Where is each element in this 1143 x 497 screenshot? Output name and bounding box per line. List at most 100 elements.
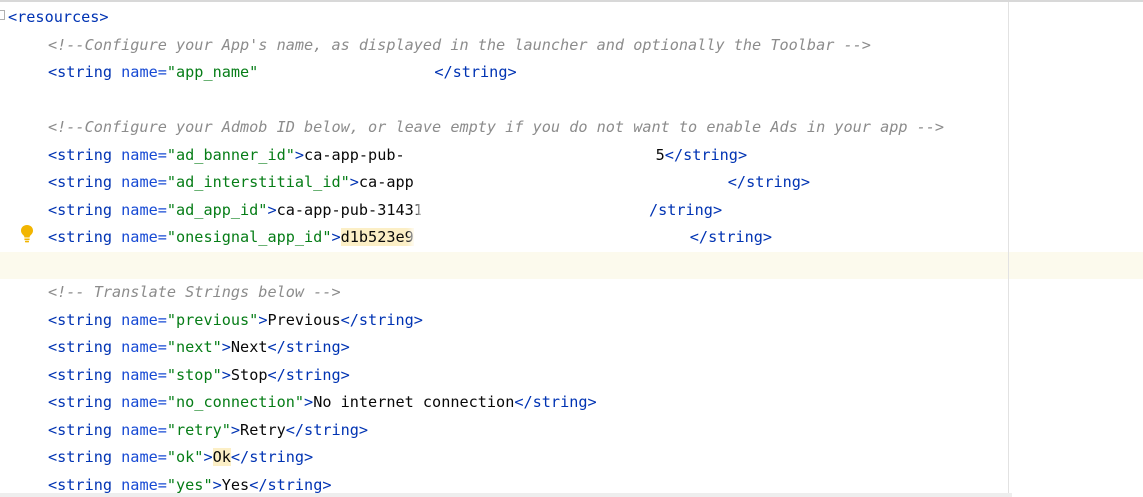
xml-tag: <string [48,393,122,411]
xml-attribute: name= [121,475,167,494]
xml-comment: <!--Configure your App's name, as displa… [48,35,871,54]
xml-attribute-value: "no_connection" [166,393,305,411]
xml-attribute-value: "ok" [166,448,204,466]
xml-tag: > [212,475,222,494]
code-line[interactable] [0,87,1143,114]
code-line[interactable]: <string name="next">Next</string> [0,334,1143,361]
xml-tag: </string> [267,338,350,356]
code-line[interactable]: <string name="app_name" </string> [0,59,1143,86]
code-line[interactable]: <string name="no_connection">No internet… [0,389,1143,416]
xml-tag: <string [48,63,122,81]
xml-tag: <string [48,310,122,329]
code-line[interactable]: <string name="ok">Ok</string> [0,444,1143,471]
xml-tag: > [267,200,277,219]
code-line-content: <!-- Translate Strings below --> [48,279,341,306]
xml-attribute: name= [121,338,167,356]
redacted-value [410,144,656,166]
xml-text: No internet connection [313,393,515,411]
xml-tag: <string [48,448,122,466]
xml-text: Next [230,338,268,356]
xml-attribute-value: "stop" [166,365,222,384]
xml-attribute: name= [121,173,167,191]
xml-tag: <string [48,228,122,246]
redacted-value [264,61,435,84]
xml-tag: /string> [648,200,723,219]
code-line[interactable] [0,251,1143,279]
xml-comment: <!-- Translate Strings below --> [48,283,341,301]
xml-tag: <string [48,365,122,384]
xml-attribute: name= [121,228,167,246]
lightbulb-icon[interactable] [20,224,34,244]
xml-text: ca-app-pub- [304,145,405,164]
xml-attribute-value: "ad_banner_id" [166,145,295,164]
code-line-content: <string name="onesignal_app_id">d1b523e9… [48,224,772,251]
xml-tag: </string> [434,63,517,81]
xml-tag: > [203,448,213,466]
xml-text: 5 [655,145,665,164]
code-line-content: <string name="next">Next</string> [48,334,350,361]
code-line-content: <!--Configure your App's name, as displa… [48,32,871,59]
xml-text: ca-app [358,173,414,191]
xml-tag: > [331,228,341,246]
xml-tag: </string> [285,420,369,439]
code-line[interactable]: <string name="ad_app_id">ca-app-pub-3143… [0,197,1143,224]
code-line[interactable]: <resources> [0,4,1143,31]
xml-comment: <!--Configure your Admob ID below, or le… [48,118,945,136]
code-line[interactable]: <string name="onesignal_app_id">d1b523e9… [0,224,1143,251]
code-line-content: <string name="ad_interstitial_id">ca-app… [48,169,810,196]
xml-attribute: name= [121,448,167,466]
xml-text: ca-app-pub-31431 [276,200,423,219]
code-line[interactable]: <!-- Translate Strings below --> [0,279,1143,306]
xml-attribute: name= [121,393,167,411]
xml-attribute: name= [121,420,167,439]
code-editor[interactable]: <resources> <!--Configure your App's name… [0,0,1143,497]
code-line-content: <string name="ok">Ok</string> [48,444,313,471]
code-line[interactable]: <!--Configure your Admob ID below, or le… [0,114,1143,141]
code-line[interactable]: <string name="ad_banner_id">ca-app-pub- 5… [0,142,1143,169]
xml-text: Retry [240,420,286,439]
xml-tag: </string> [249,475,332,494]
xml-attribute: name= [121,365,167,384]
xml-tag: > [230,420,241,439]
code-line-content: <string name="no_connection">No internet… [48,389,597,416]
code-line-content: <!--Configure your Admob ID below, or le… [48,114,944,141]
xml-tag: > [349,173,359,191]
code-line-content: <string name="previous">Previous</string… [48,307,423,334]
code-line-content: <string name="app_name" </string> [48,59,517,86]
xml-tag: <string [48,338,122,356]
horizontal-scrollbar[interactable] [0,493,1012,497]
highlighted-text: Ok [212,448,231,466]
code-line[interactable]: <string name="retry">Retry</string> [0,417,1143,444]
code-line[interactable]: <string name="ad_interstitial_id">ca-app… [0,169,1143,196]
xml-text: Yes [221,475,250,494]
xml-attribute-value: "next" [166,338,222,356]
xml-attribute-value: "app_name" [166,63,259,81]
xml-tag: </string> [689,228,773,246]
xml-attribute-value: "onesignal_app_id" [166,228,332,246]
xml-tag: <string [48,420,122,439]
redacted-value [413,226,690,249]
xml-attribute: name= [121,145,167,164]
xml-tag: </string> [267,365,350,384]
xml-tag: <resources> [8,8,109,26]
code-line-content: <string name="stop">Stop</string> [48,362,350,389]
xml-attribute-value: "ad_interstitial_id" [166,173,350,191]
xml-text: Previous [267,310,341,329]
redacted-value [419,171,728,194]
xml-tag: </string> [230,448,314,466]
xml-tag: </string> [664,145,748,164]
code-line-content: <string name="ad_banner_id">ca-app-pub- 5… [48,142,747,169]
right-margin-guide [1008,2,1009,497]
xml-tag: > [221,365,231,384]
xml-attribute: name= [121,63,167,81]
xml-tag: </string> [727,173,811,191]
code-line[interactable]: <!--Configure your App's name, as displa… [0,32,1143,59]
highlighted-text: d1b523e9 [340,228,414,246]
code-line[interactable]: <string name="previous">Previous</string… [0,307,1143,334]
code-line-content: <resources> [8,4,109,31]
xml-attribute-value: "retry" [166,420,231,439]
code-line[interactable]: <string name="stop">Stop</string> [0,362,1143,389]
xml-tag: </string> [514,393,597,411]
xml-attribute: name= [121,310,167,329]
code-line-content: <string name="ad_app_id">ca-app-pub-3143… [48,197,722,224]
